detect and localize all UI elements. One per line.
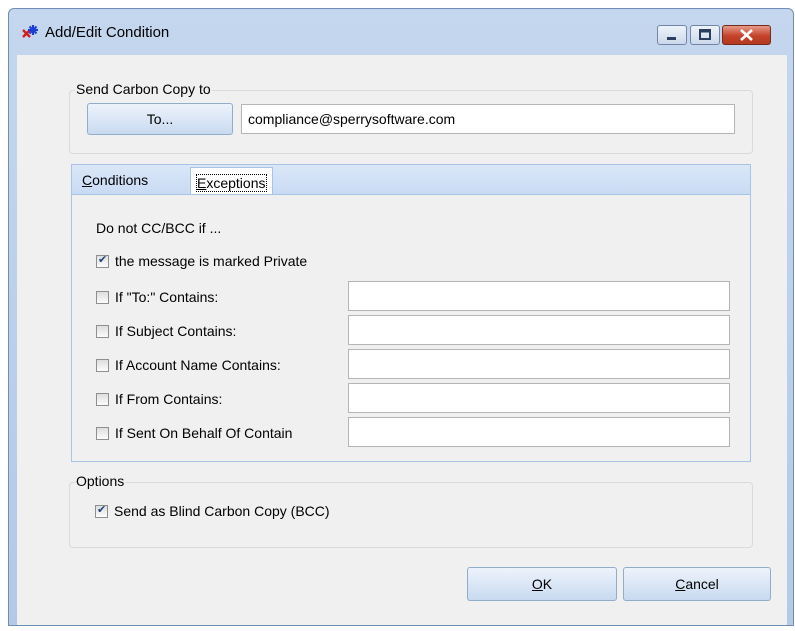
- maximize-button[interactable]: [690, 25, 720, 45]
- tab-exceptions[interactable]: Exceptions: [190, 167, 273, 197]
- minimize-button[interactable]: [657, 25, 687, 45]
- tab-conditions-label: Conditions: [82, 172, 149, 188]
- to-contains-checkbox[interactable]: [96, 290, 109, 304]
- maximize-icon: [699, 29, 711, 40]
- tab-conditions[interactable]: Conditions: [82, 165, 148, 195]
- from-contains-input[interactable]: [348, 383, 730, 413]
- tab-exceptions-label: Exceptions: [196, 173, 267, 192]
- account-name-contains-checkbox[interactable]: [96, 358, 109, 372]
- account-name-contains-label: If Account Name Contains:: [115, 357, 281, 373]
- bcc-checkbox-label: Send as Blind Carbon Copy (BCC): [114, 503, 330, 519]
- to-contains-input[interactable]: [348, 281, 730, 311]
- account-name-contains-input[interactable]: [348, 349, 730, 379]
- dialog-client-area: Send Carbon Copy to To... Conditions Exc…: [17, 55, 787, 625]
- subject-contains-checkbox-row[interactable]: If Subject Contains:: [96, 321, 236, 341]
- from-contains-checkbox-row[interactable]: If From Contains:: [96, 389, 222, 409]
- private-checkbox-label: the message is marked Private: [115, 253, 308, 269]
- exceptions-heading: Do not CC/BCC if ...: [96, 220, 222, 236]
- private-checkbox-row[interactable]: the message is marked Private: [96, 251, 307, 271]
- tab-strip: Conditions Exceptions: [71, 164, 751, 197]
- account-name-contains-checkbox-row[interactable]: If Account Name Contains:: [96, 355, 281, 375]
- cc-address-input[interactable]: [241, 104, 735, 134]
- options-group-title: Options: [75, 473, 126, 489]
- to-button[interactable]: To...: [87, 103, 233, 135]
- minimize-icon: [667, 37, 676, 40]
- bcc-checkbox[interactable]: [95, 503, 108, 518]
- private-checkbox[interactable]: [96, 253, 109, 268]
- to-contains-label: If "To:" Contains:: [115, 289, 219, 305]
- send-cc-group-title: Send Carbon Copy to: [75, 81, 212, 97]
- bcc-checkbox-row[interactable]: Send as Blind Carbon Copy (BCC): [95, 501, 330, 521]
- window-title: Add/Edit Condition: [45, 24, 170, 41]
- exceptions-tab-panel: Do not CC/BCC if ... the message is mark…: [71, 194, 751, 462]
- title-bar[interactable]: Add/Edit Condition: [9, 9, 793, 55]
- dialog-window: Add/Edit Condition Send Carbon Copy to T…: [8, 8, 794, 626]
- cancel-button[interactable]: Cancel: [623, 567, 771, 601]
- ok-button-label: OK: [531, 576, 553, 592]
- on-behalf-contains-checkbox-row[interactable]: If Sent On Behalf Of Contain: [96, 423, 292, 443]
- on-behalf-contains-label: If Sent On Behalf Of Contain: [115, 425, 293, 441]
- subject-contains-input[interactable]: [348, 315, 730, 345]
- on-behalf-contains-checkbox[interactable]: [96, 426, 109, 440]
- close-icon: [740, 29, 753, 41]
- to-contains-checkbox-row[interactable]: If "To:" Contains:: [96, 287, 218, 307]
- app-icon: [22, 25, 38, 38]
- cancel-button-label: Cancel: [675, 576, 719, 592]
- subject-contains-checkbox[interactable]: [96, 324, 109, 338]
- from-contains-checkbox[interactable]: [96, 392, 109, 406]
- from-contains-label: If From Contains:: [115, 391, 223, 407]
- on-behalf-contains-input[interactable]: [348, 417, 730, 447]
- subject-contains-label: If Subject Contains:: [115, 323, 237, 339]
- ok-button[interactable]: OK: [467, 567, 617, 601]
- close-button[interactable]: [722, 25, 771, 45]
